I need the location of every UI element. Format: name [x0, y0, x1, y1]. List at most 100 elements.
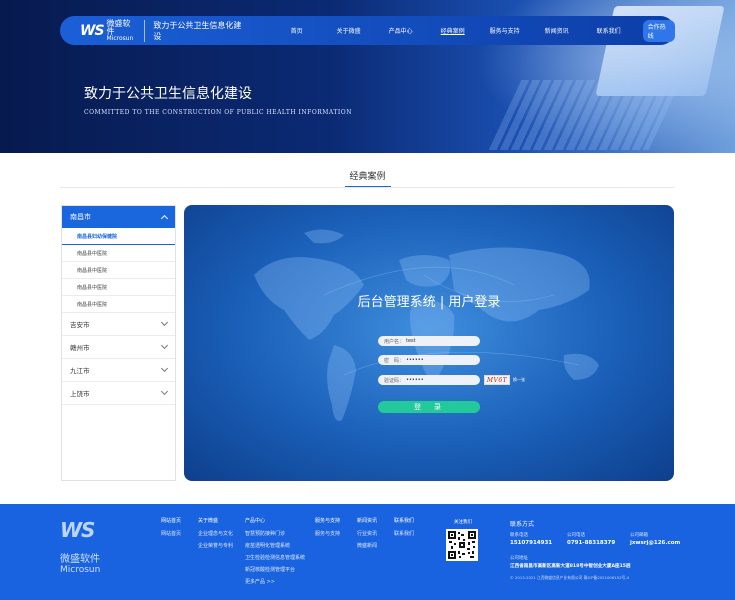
qr-title: 关注我们 — [454, 520, 472, 525]
phone-value[interactable]: 15107914931 — [510, 540, 552, 546]
chevron-down-icon — [160, 387, 169, 396]
sidebar-city-label: 上饶市 — [70, 390, 90, 398]
footer-col-head[interactable]: 新闻资讯 — [357, 519, 377, 524]
nav-products[interactable]: 产品中心 — [375, 26, 427, 35]
captcha-value: •••••• — [406, 377, 424, 383]
footer-link[interactable]: 网站首页 — [161, 532, 181, 537]
chevron-up-icon — [160, 214, 169, 223]
logo-cn: 微盛软件 — [106, 18, 131, 36]
sidebar-city-ganzhou[interactable]: 赣州市 — [62, 336, 175, 359]
address-value: 江西省南昌市高新区高新大道818号中智创业大厦A座15层 — [510, 564, 631, 569]
footer-link[interactable]: 疫苗透明化管理系统 — [245, 544, 305, 549]
site-footer: WS 微盛软件 Microsun 网站首页 网站首页 关于微盛 企业理念与文化 … — [0, 504, 735, 600]
contact-title: 联系方式 — [510, 521, 535, 528]
sidebar-city-label: 九江市 — [70, 367, 90, 375]
copyright-text: © 2013-2021 江西微盛信息产业有限公司 赣ICP备2021006152… — [510, 575, 630, 580]
footer-logo[interactable]: WS 微盛软件 Microsun — [60, 518, 100, 575]
footer-col-head[interactable]: 联系我们 — [394, 519, 414, 524]
hotline-button[interactable]: 合作热线 — [642, 19, 675, 42]
footer-col-head[interactable]: 关于微盛 — [198, 519, 233, 524]
sidebar-head-label: 南昌市 — [70, 213, 91, 221]
footer-logo-en: Microsun — [60, 565, 101, 575]
username-label: 用户名： — [384, 338, 405, 345]
footer-logo-cn: 微盛软件 — [60, 554, 100, 565]
footer-col-products: 产品中心 智慧预防接种门诊 疫苗透明化管理系统 卫生检验检测信息管理系统 新冠核… — [245, 519, 305, 592]
sidebar-city-nanchang[interactable]: 南昌市 — [62, 206, 175, 228]
login-button[interactable]: 登 录 — [378, 401, 480, 413]
sidebar-subitem[interactable]: 南昌县妇幼保健院 — [62, 228, 175, 245]
sidebar-city-label: 吉安市 — [70, 321, 90, 329]
footer-link[interactable]: 企业理念与文化 — [198, 532, 233, 537]
sidebar-subitem[interactable]: 南昌县中医院 — [62, 279, 175, 296]
sidebar-subitem[interactable]: 南昌县中医院 — [62, 262, 175, 279]
footer-col-home: 网站首页 网站首页 — [161, 519, 181, 544]
captcha-label: 验证码： — [384, 377, 405, 384]
hero-subtitle: COMMITTED TO THE CONSTRUCTION OF PUBLIC … — [84, 109, 352, 116]
top-navbar: WS 微盛软件 Microsun 致力于公共卫生信息化建设 首页 关于微盛 产品… — [60, 16, 675, 45]
login-title-left: 后台管理系统 — [357, 295, 436, 310]
section-title-underline — [345, 186, 391, 187]
tel-value[interactable]: 0791-88318379 — [567, 540, 615, 546]
hero-banner: WS 微盛软件 Microsun 致力于公共卫生信息化建设 首页 关于微盛 产品… — [0, 0, 735, 153]
captcha-field[interactable]: 验证码： •••••• — [378, 375, 480, 385]
hero-title: 致力于公共卫生信息化建设 — [84, 86, 252, 102]
login-title-right: 用户登录 — [448, 295, 501, 310]
nav-about[interactable]: 关于微盛 — [323, 26, 375, 35]
main-nav: 首页 关于微盛 产品中心 经典案例 服务与支持 新闻资讯 联系我们 — [271, 26, 635, 35]
logo[interactable]: WS 微盛软件 Microsun — [80, 18, 134, 42]
case-screenshot-login: 后台管理系统 | 用户登录 用户名： test 密 码： •••••• 验证码：… — [184, 205, 674, 481]
sidebar-city-jian[interactable]: 吉安市 — [62, 313, 175, 336]
password-label: 密 码： — [384, 357, 405, 364]
footer-link[interactable]: 企业荣誉与专利 — [198, 544, 233, 549]
city-sidebar: 南昌市 南昌县妇幼保健院 南昌县中医院 南昌县中医院 南昌县中医院 南昌县中医院… — [61, 205, 176, 481]
chevron-down-icon — [160, 318, 169, 327]
logo-en: Microsun — [106, 34, 134, 42]
sidebar-city-jiujiang[interactable]: 九江市 — [62, 359, 175, 382]
footer-link[interactable]: 微盛新闻 — [357, 544, 377, 549]
address-label: 公司地址 — [510, 556, 528, 561]
nav-service[interactable]: 服务与支持 — [479, 26, 531, 35]
footer-col-service: 服务与支持 服务与支持 — [315, 519, 340, 544]
keyboard-illustration — [488, 80, 682, 150]
header-slogan: 致力于公共卫生信息化建设 — [144, 19, 242, 42]
nav-cases[interactable]: 经典案例 — [427, 26, 479, 35]
footer-contact: 联系方式 联系电话 15107914931 公司电话 0791-88318379… — [510, 519, 680, 569]
footer-col-contact: 联系我们 联系我们 — [394, 519, 414, 544]
sidebar-city-shangrao[interactable]: 上饶市 — [62, 382, 175, 405]
sidebar-subitem[interactable]: 南昌县中医院 — [62, 296, 175, 313]
sidebar-subitem[interactable]: 南昌县中医院 — [62, 245, 175, 262]
footer-qr: 关注我们 — [446, 519, 480, 561]
email-value[interactable]: jxwsrj@126.com — [630, 540, 680, 546]
footer-link[interactable]: 卫生检验检测信息管理系统 — [245, 556, 305, 561]
section-divider — [60, 187, 675, 188]
username-value: test — [406, 338, 416, 344]
password-field[interactable]: 密 码： •••••• — [378, 355, 480, 365]
phone-label: 联系电话 — [510, 533, 528, 538]
footer-col-head[interactable]: 网站首页 — [161, 519, 181, 524]
footer-link[interactable]: 行业资讯 — [357, 532, 377, 537]
nav-contact[interactable]: 联系我们 — [583, 26, 635, 35]
section-title: 经典案例 — [349, 172, 386, 182]
nav-home[interactable]: 首页 — [271, 26, 323, 35]
chevron-down-icon — [160, 364, 169, 373]
footer-col-news: 新闻资讯 行业资讯 微盛新闻 — [357, 519, 377, 556]
footer-col-head[interactable]: 产品中心 — [245, 519, 305, 524]
footer-logo-mark: WS — [60, 518, 95, 542]
password-value: •••••• — [406, 357, 424, 363]
footer-col-head[interactable]: 服务与支持 — [315, 519, 340, 524]
footer-link[interactable]: 服务与支持 — [315, 532, 340, 537]
qr-code-icon — [446, 529, 478, 561]
footer-link[interactable]: 更多产品 >> — [245, 580, 305, 585]
username-field[interactable]: 用户名： test — [378, 336, 480, 346]
login-title: 后台管理系统 | 用户登录 — [357, 295, 501, 310]
nav-news[interactable]: 新闻资讯 — [531, 26, 583, 35]
footer-link[interactable]: 联系我们 — [394, 532, 414, 537]
footer-link[interactable]: 智慧预防接种门诊 — [245, 532, 305, 537]
captcha-image[interactable]: MV6T — [484, 375, 510, 385]
chevron-down-icon — [160, 341, 169, 350]
sidebar-city-label: 赣州市 — [70, 344, 90, 352]
footer-col-about: 关于微盛 企业理念与文化 企业荣誉与专利 — [198, 519, 233, 556]
captcha-refresh-link[interactable]: 换一张 — [513, 377, 525, 383]
tel-label: 公司电话 — [567, 533, 585, 538]
footer-link[interactable]: 新冠核酸检测管理平台 — [245, 568, 305, 573]
